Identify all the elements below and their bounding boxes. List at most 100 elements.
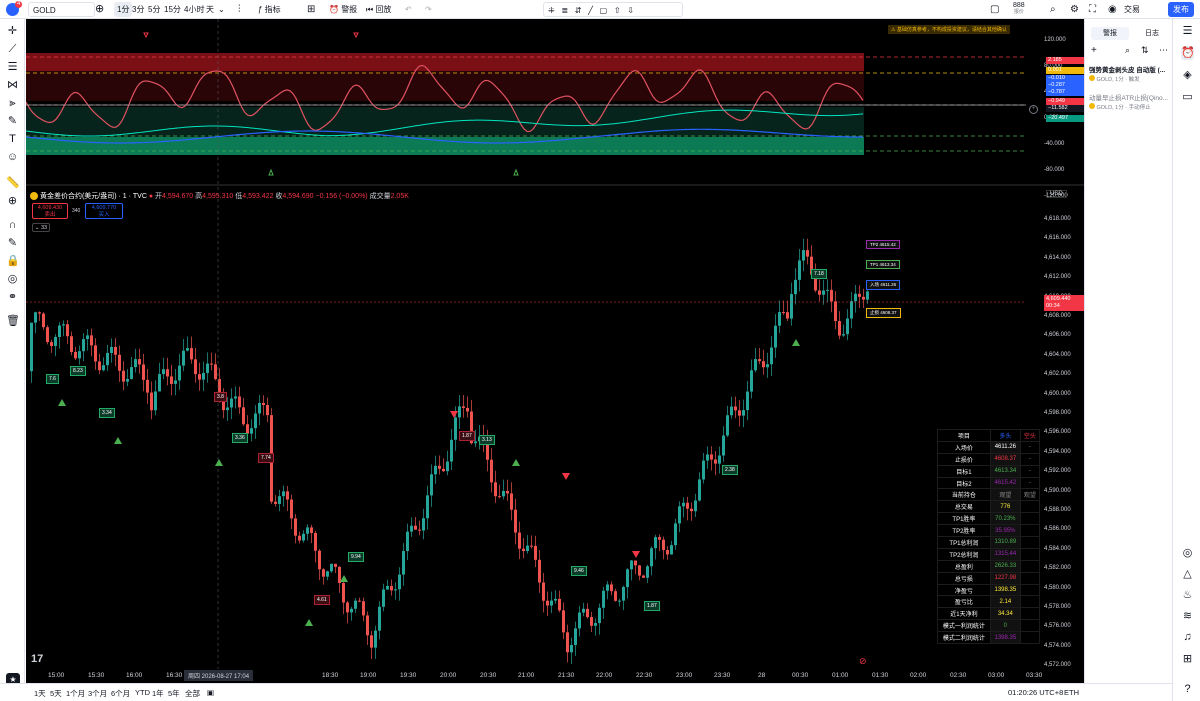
crosshair-icon[interactable]: ⁜: [548, 6, 555, 15]
range-1m[interactable]: 1个月: [66, 688, 85, 699]
candle-body: [242, 407, 245, 425]
interval-5m[interactable]: 5分: [148, 2, 160, 17]
measure-icon[interactable]: ⇵: [575, 6, 582, 15]
signal-value-tag: 9.94: [348, 552, 364, 562]
alarm-clock-icon[interactable]: ⏰: [1181, 47, 1195, 60]
chart-type-icon[interactable]: ⫶: [238, 2, 241, 17]
undo-icon[interactable]: ↶: [405, 2, 412, 17]
chart-area[interactable]: ⚠ 基础仿真参考，不构成投资建议，请结合其他确认 120.00080.00040…: [26, 19, 1084, 683]
indicators-collapse-button[interactable]: ⌄ 33: [32, 223, 50, 232]
arrow-down-icon[interactable]: ⇩: [627, 6, 634, 15]
sell-button[interactable]: 4,609.430 卖出: [32, 203, 68, 219]
range-1y[interactable]: 1年: [152, 688, 164, 699]
fib-icon[interactable]: ≣: [561, 6, 568, 15]
layout-icon[interactable]: ⊞: [307, 2, 315, 17]
watchlist-icon[interactable]: ☰: [1181, 25, 1194, 38]
price-level-label: 4,618.000: [1044, 216, 1071, 222]
brush-tool-icon[interactable]: ✎: [6, 115, 19, 128]
interval-3m[interactable]: 3分: [132, 2, 144, 17]
date-range-icon[interactable]: ▣: [207, 688, 214, 697]
lightbulb-icon[interactable]: ♨: [1181, 589, 1194, 602]
alert-search-icon[interactable]: ⌕: [1125, 45, 1130, 56]
warning-icon[interactable]: △: [1181, 568, 1194, 581]
alert2-title[interactable]: 动量早止损ATR止损[Qino...: [1089, 92, 1171, 102]
interval-15m[interactable]: 15分: [164, 2, 181, 17]
currency-selector[interactable]: USD: [1046, 190, 1067, 198]
price-level-label: 4,582.000: [1044, 565, 1071, 572]
search-icon[interactable]: ⌕: [1050, 2, 1056, 17]
arrow-up-icon[interactable]: ⇧: [614, 6, 621, 15]
go-to-realtime-icon[interactable]: ⊘: [859, 656, 867, 667]
target-icon[interactable]: ◎: [1181, 547, 1194, 560]
lock-drawing-icon[interactable]: ✎: [6, 237, 19, 250]
range-6m[interactable]: 6个月: [111, 688, 130, 699]
alert1-title[interactable]: 强势黄金剥头皮 自动版 (...: [1089, 64, 1171, 74]
trendline-icon[interactable]: ╱: [588, 6, 593, 15]
fullscreen-box-icon[interactable]: ▢: [990, 2, 999, 17]
feed-icon[interactable]: ≋: [1181, 610, 1194, 623]
camera-icon[interactable]: ◉: [1108, 2, 1117, 17]
interval-1d[interactable]: 天: [206, 2, 214, 17]
help-icon[interactable]: ?: [1181, 683, 1194, 696]
layers-icon[interactable]: ◈: [1181, 69, 1194, 82]
sort-icon[interactable]: ⇅: [1141, 45, 1149, 56]
more-icon[interactable]: ⋯: [1159, 45, 1168, 56]
osc-value-label: −0.010: [1046, 75, 1084, 82]
quotes-widget[interactable]: 888 报价: [1013, 2, 1025, 17]
ruler-tool-icon[interactable]: 📏: [6, 177, 20, 190]
replay-button[interactable]: ⏮ 回放: [366, 2, 391, 17]
interval-4h[interactable]: 4小时: [184, 2, 204, 17]
notifications-icon[interactable]: ♫: [1181, 631, 1194, 644]
pane-add-icon[interactable]: +: [1029, 105, 1038, 114]
session-label[interactable]: ETH: [1064, 688, 1079, 697]
chat-icon[interactable]: ▭: [1181, 91, 1194, 104]
indicators-button[interactable]: ƒ 指标: [258, 2, 281, 17]
crosshair-tool-icon[interactable]: ✛: [6, 25, 19, 38]
zoom-tool-icon[interactable]: ⊕: [6, 195, 19, 208]
redo-icon[interactable]: ↷: [425, 2, 432, 17]
candle-body: [374, 630, 377, 648]
candle-body: [862, 296, 865, 300]
interval-dropdown-icon[interactable]: ⌄: [218, 2, 225, 17]
price-level-label: 4,584.000: [1044, 545, 1071, 552]
eye-icon[interactable]: ◎: [6, 273, 19, 286]
stats-row: 止损价 4608.37-: [937, 452, 1041, 466]
range-all[interactable]: 全部: [185, 688, 200, 699]
link-icon[interactable]: ⚭: [6, 291, 19, 304]
fib-tool-icon[interactable]: ☰: [6, 61, 19, 74]
fullscreen-icon[interactable]: ⛶: [1089, 2, 1096, 17]
interval-1m[interactable]: 1分: [114, 2, 133, 17]
candle-body: [322, 569, 325, 577]
settings-icon[interactable]: ⚙: [1070, 2, 1079, 17]
rectangle-icon[interactable]: ▢: [600, 6, 608, 15]
symbol-search-input[interactable]: GOLD: [28, 2, 95, 17]
text-tool-icon[interactable]: T: [6, 133, 19, 146]
apps-icon[interactable]: ⊞: [1181, 653, 1194, 666]
tab-alerts[interactable]: 警报: [1091, 27, 1129, 40]
trade-button[interactable]: 交易: [1124, 2, 1140, 17]
projection-tool-icon[interactable]: ⫸: [6, 97, 19, 110]
clock-label[interactable]: 01:20:26 UTC+8: [1008, 688, 1063, 697]
publish-button[interactable]: 发布: [1168, 2, 1194, 17]
add-alert-icon[interactable]: +: [1091, 45, 1097, 56]
trash-icon[interactable]: 🗑: [6, 315, 20, 328]
line-tool-icon[interactable]: ⟋: [6, 43, 19, 56]
emoji-tool-icon[interactable]: ☺: [6, 151, 19, 164]
legend-title[interactable]: 黄金差价合约(美元/盎司) · 1 · TVC: [40, 193, 147, 200]
range-3m[interactable]: 3个月: [88, 688, 107, 699]
gold-logo-icon: [1089, 103, 1095, 109]
tab-log[interactable]: 日志: [1133, 27, 1171, 40]
buy-button[interactable]: 4,609.770 买入: [85, 203, 123, 219]
price-level-label: 4,578.000: [1044, 604, 1071, 610]
chart-canvas[interactable]: [26, 19, 1084, 683]
add-symbol-icon[interactable]: ⊕: [95, 2, 104, 17]
alerts-button[interactable]: ⏰ 警报: [329, 2, 357, 17]
range-ytd[interactable]: YTD: [135, 688, 150, 697]
magnet-tool-icon[interactable]: ∩: [6, 219, 19, 232]
signal-value-tag: 7.6: [46, 374, 59, 384]
lock-icon[interactable]: 🔒: [6, 255, 20, 268]
range-5y[interactable]: 5年: [168, 688, 180, 699]
range-1d[interactable]: 1天: [34, 688, 46, 699]
pattern-tool-icon[interactable]: ⋈: [6, 79, 19, 92]
range-5d[interactable]: 5天: [50, 688, 62, 699]
